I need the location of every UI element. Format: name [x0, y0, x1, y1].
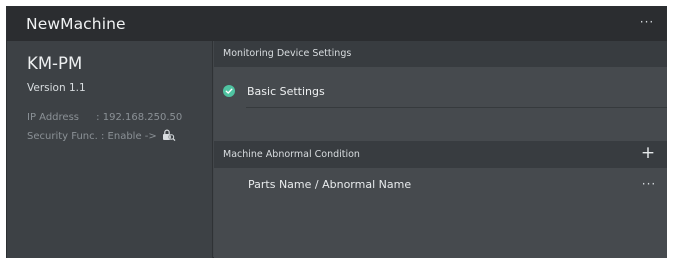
security-func-value: Enable — [107, 131, 142, 142]
ip-address-separator: : — [92, 112, 103, 123]
check-circle-icon — [223, 85, 235, 97]
title-bar: NewMachine ··· — [7, 7, 666, 41]
ip-address-row: IP Address : 192.168.250.50 — [27, 112, 182, 123]
basic-settings-label: Basic Settings — [247, 84, 325, 98]
lock-search-icon[interactable] — [162, 129, 176, 142]
security-func-label: Security Func. — [27, 131, 98, 142]
machine-window: NewMachine ··· KM-PM Version 1.1 IP Addr… — [6, 6, 667, 258]
add-abnormal-condition-button[interactable]: + — [640, 141, 656, 168]
security-func-row: Security Func. : Enable -> — [27, 129, 176, 142]
parts-abnormal-name-label: Parts Name / Abnormal Name — [248, 178, 412, 191]
abnormal-more-menu-button[interactable]: ··· — [639, 177, 659, 193]
abnormal-list-header-row: Parts Name / Abnormal Name ··· — [214, 174, 667, 196]
ip-address-label: IP Address — [27, 112, 79, 123]
settings-panel: Monitoring Device Settings Basic Setting… — [214, 41, 667, 258]
device-info-panel: KM-PM Version 1.1 IP Address : 192.168.2… — [7, 41, 213, 258]
divider — [246, 107, 667, 108]
security-func-arrow: -> — [141, 131, 160, 142]
machine-abnormal-condition-header: Machine Abnormal Condition + — [214, 141, 667, 168]
device-version: Version 1.1 — [27, 82, 86, 94]
ip-address-value: 192.168.250.50 — [102, 112, 183, 123]
security-func-separator: : — [97, 131, 108, 142]
basic-settings-item[interactable]: Basic Settings — [223, 81, 325, 101]
window-title: NewMachine — [26, 15, 126, 33]
monitoring-device-settings-header: Monitoring Device Settings — [214, 41, 667, 67]
machine-abnormal-condition-title: Machine Abnormal Condition — [223, 149, 360, 160]
device-name: KM-PM — [27, 54, 83, 73]
window-more-menu-button[interactable]: ··· — [637, 14, 657, 32]
